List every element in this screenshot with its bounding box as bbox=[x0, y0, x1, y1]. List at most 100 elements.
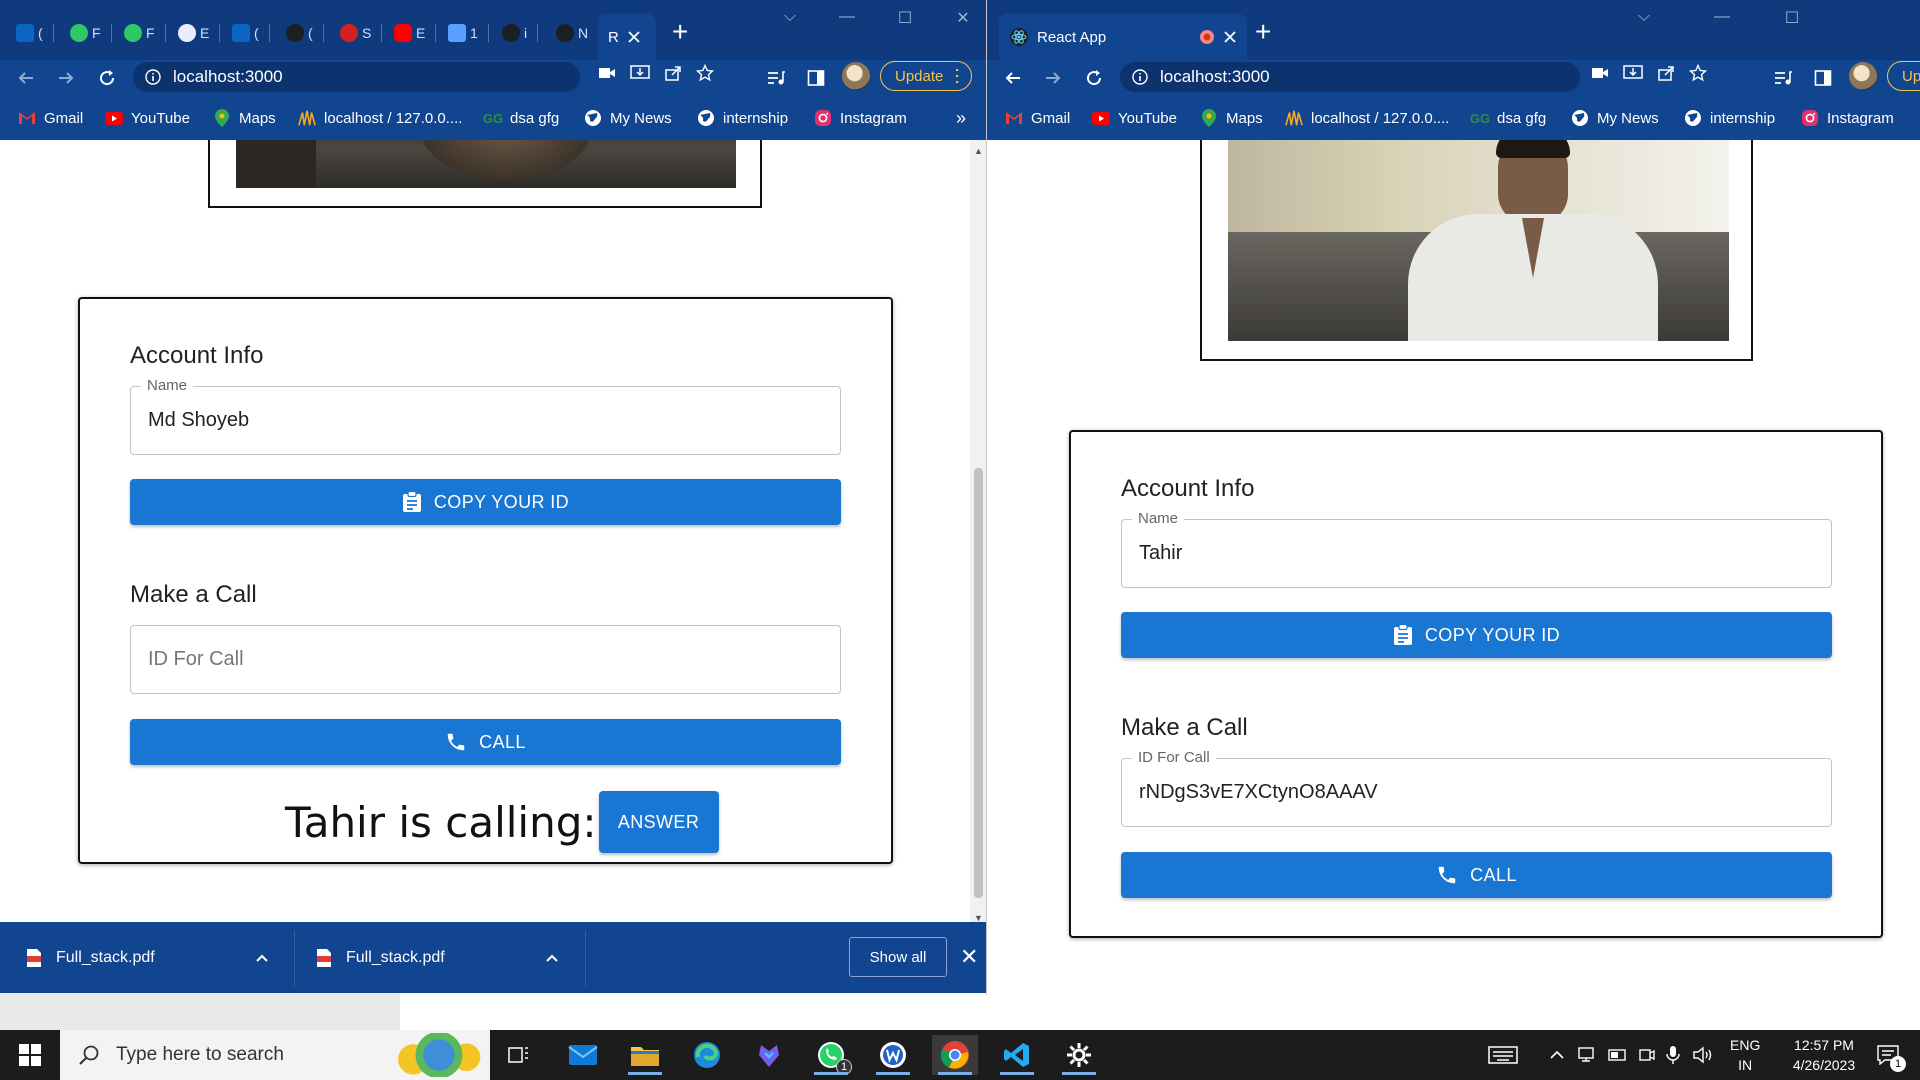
share-icon[interactable] bbox=[1657, 64, 1675, 82]
tab-gear[interactable]: E bbox=[178, 14, 221, 52]
tab-ib[interactable]: 1 bbox=[448, 14, 489, 52]
info-icon[interactable] bbox=[1132, 69, 1148, 85]
install-app-icon[interactable] bbox=[1623, 64, 1643, 82]
whatsapp-icon[interactable]: 1 bbox=[808, 1035, 854, 1075]
side-panel-icon[interactable] bbox=[802, 64, 830, 92]
tab-github[interactable]: ( bbox=[286, 14, 324, 52]
call-button[interactable]: CALL bbox=[130, 719, 841, 765]
forward-arrow-icon[interactable] bbox=[52, 64, 80, 92]
close-tab-icon[interactable] bbox=[627, 30, 641, 44]
bookmark-dsa-gfg[interactable]: GG dsa gfg bbox=[483, 106, 559, 130]
bookmark-maps[interactable]: Maps bbox=[1200, 106, 1263, 130]
media-controls-icon[interactable] bbox=[1769, 64, 1797, 92]
tab-search-chevron-icon[interactable]: ⌵ bbox=[1629, 8, 1659, 26]
windows-start-icon[interactable] bbox=[7, 1035, 53, 1075]
id-for-call-input[interactable]: ID For Call rNDgS3vE7XCtynO8AAAV bbox=[1121, 749, 1832, 827]
network-icon[interactable] bbox=[1578, 1030, 1598, 1080]
page-scrollbar[interactable]: ▲ ▼ bbox=[970, 140, 987, 925]
bookmark-localhost[interactable]: localhost / 127.0.0.... bbox=[1285, 106, 1449, 130]
chevron-up-icon[interactable] bbox=[545, 953, 559, 963]
chrome-icon[interactable] bbox=[932, 1035, 978, 1075]
profile-avatar[interactable] bbox=[842, 62, 870, 90]
bookmark-my-news[interactable]: My News bbox=[1571, 106, 1659, 130]
new-tab-plus-icon[interactable]: + bbox=[1255, 18, 1271, 46]
back-arrow-icon[interactable] bbox=[999, 64, 1027, 92]
bookmark-instagram[interactable]: Instagram bbox=[1801, 106, 1894, 130]
notification-center-icon[interactable]: 1 bbox=[1868, 1030, 1908, 1080]
close-downloads-icon[interactable]: ✕ bbox=[960, 944, 978, 970]
call-button[interactable]: CALL bbox=[1121, 852, 1832, 898]
reload-icon[interactable] bbox=[1080, 64, 1108, 92]
scroll-up-arrow-icon[interactable]: ▲ bbox=[974, 146, 983, 156]
name-field[interactable]: Name Md Shoyeb bbox=[130, 377, 841, 455]
download-item-1[interactable]: Full_stack.pdf bbox=[26, 922, 269, 993]
bookmark-star-icon[interactable] bbox=[696, 64, 714, 82]
bookmark-internship[interactable]: internship bbox=[697, 106, 788, 130]
bookmark-localhost[interactable]: localhost / 127.0.0.... bbox=[298, 106, 462, 130]
download-item-2[interactable]: Full_stack.pdf bbox=[316, 922, 559, 993]
copy-id-button[interactable]: COPY YOUR ID bbox=[130, 479, 841, 525]
bookmark-gmail[interactable]: Gmail bbox=[1005, 106, 1070, 130]
tab-youtube[interactable]: E bbox=[394, 14, 437, 52]
install-app-icon[interactable] bbox=[630, 64, 650, 82]
tab-linkedin-2[interactable]: ( bbox=[232, 14, 270, 52]
name-field[interactable]: Name Tahir bbox=[1121, 510, 1832, 588]
volume-icon[interactable] bbox=[1692, 1030, 1714, 1080]
chevron-up-icon[interactable] bbox=[255, 953, 269, 963]
media-controls-icon[interactable] bbox=[762, 64, 790, 92]
bookmark-star-icon[interactable] bbox=[1689, 64, 1707, 82]
hidden-icons-chevron-icon[interactable] bbox=[1550, 1030, 1564, 1080]
edge-icon[interactable] bbox=[684, 1035, 730, 1075]
keyboard-tray-icon[interactable] bbox=[1488, 1030, 1518, 1080]
id-for-call-input[interactable]: ID For Call bbox=[130, 625, 841, 694]
file-explorer-icon[interactable] bbox=[622, 1035, 668, 1075]
reload-icon[interactable] bbox=[93, 64, 121, 92]
close-tab-icon[interactable] bbox=[1223, 30, 1237, 44]
back-arrow-icon[interactable] bbox=[12, 64, 40, 92]
new-tab-plus-icon[interactable]: + bbox=[672, 18, 688, 46]
address-bar[interactable]: localhost:3000 bbox=[133, 62, 580, 92]
info-icon[interactable] bbox=[145, 69, 161, 85]
tab-linkedin[interactable]: ( bbox=[16, 14, 54, 52]
bookmark-my-news[interactable]: My News bbox=[584, 106, 672, 130]
forward-arrow-icon[interactable] bbox=[1039, 64, 1067, 92]
scrollbar-thumb[interactable] bbox=[974, 468, 983, 898]
minimize-icon[interactable]: — bbox=[832, 8, 862, 26]
camera-icon[interactable] bbox=[1591, 66, 1609, 80]
taskbar-search-box[interactable]: Type here to search bbox=[60, 1030, 490, 1080]
update-button[interactable]: Upd bbox=[1887, 61, 1920, 91]
minimize-icon[interactable]: — bbox=[1707, 8, 1737, 26]
share-icon[interactable] bbox=[664, 64, 682, 82]
tab-github-2[interactable]: i bbox=[502, 14, 539, 52]
profile-avatar[interactable] bbox=[1849, 62, 1877, 90]
bookmark-youtube[interactable]: YouTube bbox=[105, 106, 190, 130]
maximize-icon[interactable]: ☐ bbox=[890, 8, 920, 28]
vscode-icon[interactable] bbox=[994, 1035, 1040, 1075]
battery-icon[interactable] bbox=[1608, 1030, 1628, 1080]
copy-id-button[interactable]: COPY YOUR ID bbox=[1121, 612, 1832, 658]
clock[interactable]: 12:57 PM 4/26/2023 bbox=[1776, 1030, 1872, 1080]
microphone-icon[interactable] bbox=[1666, 1030, 1680, 1080]
language-indicator[interactable]: ENG IN bbox=[1730, 1030, 1760, 1080]
update-button[interactable]: Update ⋯ bbox=[880, 61, 973, 91]
camera-tray-icon[interactable] bbox=[1638, 1030, 1656, 1080]
bookmark-internship[interactable]: internship bbox=[1684, 106, 1775, 130]
bookmark-gmail[interactable]: Gmail bbox=[18, 106, 83, 130]
camera-icon[interactable] bbox=[598, 66, 616, 80]
tab-tuf[interactable]: S bbox=[340, 14, 383, 52]
bookmark-youtube[interactable]: YouTube bbox=[1092, 106, 1177, 130]
side-panel-icon[interactable] bbox=[1809, 64, 1837, 92]
bookmark-dsa-gfg[interactable]: GG dsa gfg bbox=[1470, 106, 1546, 130]
task-view-icon[interactable] bbox=[496, 1035, 542, 1075]
maximize-icon[interactable]: ☐ bbox=[1777, 8, 1807, 28]
address-bar[interactable]: localhost:3000 bbox=[1120, 62, 1580, 92]
tab-search-chevron-icon[interactable]: ⌵ bbox=[775, 8, 805, 26]
tab-green-1[interactable]: F bbox=[70, 14, 112, 52]
mail-icon[interactable] bbox=[560, 1035, 606, 1075]
tab-github-3[interactable]: N bbox=[556, 14, 588, 52]
copilot-icon[interactable] bbox=[746, 1035, 792, 1075]
tab-active[interactable]: React App bbox=[999, 14, 1247, 60]
tab-green-2[interactable]: F bbox=[124, 14, 166, 52]
tab-active[interactable]: R bbox=[598, 14, 656, 60]
show-all-button[interactable]: Show all bbox=[849, 937, 947, 977]
